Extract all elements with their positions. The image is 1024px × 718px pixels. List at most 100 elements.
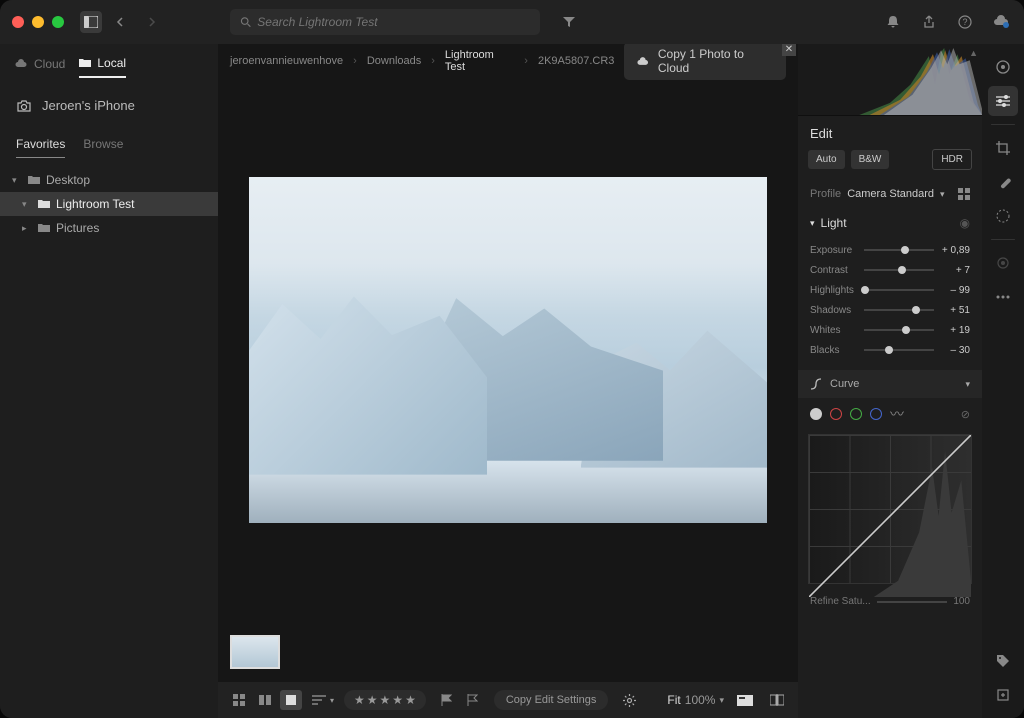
- clip-indicator-icon[interactable]: ▲: [969, 48, 978, 58]
- tree-item-lightroom-test[interactable]: ▾ Lightroom Test: [0, 192, 218, 216]
- profile-selector[interactable]: Profile Camera Standard ▾: [798, 180, 982, 208]
- nav-forward-icon[interactable]: [140, 11, 162, 33]
- slider-track[interactable]: [864, 349, 934, 351]
- slider-whites[interactable]: Whites+ 19: [810, 320, 970, 340]
- close-pane-icon[interactable]: ✕: [782, 44, 796, 56]
- slider-track[interactable]: [864, 329, 934, 331]
- maximize-window[interactable]: [52, 16, 64, 28]
- flag-pick-icon[interactable]: [436, 690, 458, 710]
- gear-icon[interactable]: [618, 690, 640, 710]
- chevron-right-icon: ›: [524, 55, 528, 67]
- subtab-browse[interactable]: Browse: [83, 137, 123, 158]
- star-icon[interactable]: ★: [354, 693, 365, 707]
- zoom-fit-selector[interactable]: Fit 100% ▾: [667, 693, 724, 707]
- curve-reset-icon[interactable]: ⊘: [961, 408, 970, 421]
- crumb-2[interactable]: Lightroom Test: [445, 49, 514, 73]
- sidebar-toggle-icon[interactable]: [80, 11, 102, 33]
- slider-track[interactable]: [864, 269, 934, 271]
- help-icon[interactable]: ?: [954, 11, 976, 33]
- slider-value: – 99: [940, 285, 970, 296]
- histogram[interactable]: ▲: [798, 44, 982, 116]
- bell-icon[interactable]: [882, 11, 904, 33]
- curve-panel-header[interactable]: Curve ▾: [798, 370, 982, 398]
- slider-track[interactable]: [864, 289, 934, 291]
- close-window[interactable]: [12, 16, 24, 28]
- star-icon[interactable]: ★: [367, 693, 378, 707]
- thumbnail[interactable]: [230, 635, 280, 669]
- slider-exposure[interactable]: Exposure+ 0,89: [810, 240, 970, 260]
- slider-track[interactable]: [864, 309, 934, 311]
- slider-name: Blacks: [810, 345, 858, 356]
- minimize-window[interactable]: [32, 16, 44, 28]
- copy-edit-settings-button[interactable]: Copy Edit Settings: [494, 690, 609, 710]
- traffic-lights: [12, 16, 64, 28]
- auto-button[interactable]: Auto: [808, 150, 845, 169]
- search-input[interactable]: [257, 15, 530, 29]
- tree-label: Pictures: [56, 221, 99, 235]
- grid-view-icon[interactable]: [228, 690, 250, 710]
- sort-icon[interactable]: ▾: [312, 690, 334, 710]
- more-tool-icon[interactable]: [988, 282, 1018, 312]
- slider-value: + 0,89: [940, 245, 970, 256]
- slider-value: – 30: [940, 345, 970, 356]
- edit-sliders-tool-icon[interactable]: [988, 86, 1018, 116]
- curve-channel-luma[interactable]: [810, 408, 822, 420]
- eye-icon[interactable]: ◉: [960, 216, 970, 230]
- subtab-favorites[interactable]: Favorites: [16, 137, 65, 158]
- nav-back-icon[interactable]: [110, 11, 132, 33]
- slider-value: + 19: [940, 325, 970, 336]
- crumb-3[interactable]: 2K9A5807.CR3: [538, 55, 614, 67]
- sidebar-tab-cloud[interactable]: Cloud: [14, 56, 65, 78]
- flag-group: [436, 690, 484, 710]
- export-tool-icon[interactable]: [988, 680, 1018, 710]
- search-bar[interactable]: [230, 9, 540, 35]
- before-after-icon[interactable]: [766, 690, 788, 710]
- tone-curve[interactable]: [808, 434, 972, 584]
- slider-value: + 51: [940, 305, 970, 316]
- slider-highlights[interactable]: Highlights– 99: [810, 280, 970, 300]
- compare-view-icon[interactable]: [254, 690, 276, 710]
- sidebar-tab-local[interactable]: Local: [79, 56, 126, 78]
- curve-channel-red[interactable]: [830, 408, 842, 420]
- star-icon[interactable]: ★: [392, 693, 403, 707]
- curve-channel-blue[interactable]: [870, 408, 882, 420]
- cloud-sync-icon[interactable]: [990, 11, 1012, 33]
- light-panel-header[interactable]: ▾ Light ◉: [798, 208, 982, 238]
- profile-browser-icon[interactable]: [958, 188, 970, 200]
- tree-item-desktop[interactable]: ▾ Desktop: [0, 168, 218, 192]
- tag-tool-icon[interactable]: [988, 646, 1018, 676]
- loupe-view-icon[interactable]: [280, 690, 302, 710]
- slider-contrast[interactable]: Contrast+ 7: [810, 260, 970, 280]
- crop-tool-icon[interactable]: [988, 133, 1018, 163]
- hdr-button[interactable]: HDR: [932, 149, 972, 170]
- crumb-0[interactable]: jeroenvannieuwenhove: [230, 55, 343, 67]
- rating-stars[interactable]: ★★★★★: [344, 690, 426, 710]
- edit-mode-buttons: Auto B&W HDR: [798, 149, 982, 180]
- slider-name: Shadows: [810, 305, 858, 316]
- info-overlay-icon[interactable]: [734, 690, 756, 710]
- cloud-icon: [14, 59, 28, 69]
- color-mixer-tool-icon[interactable]: [988, 52, 1018, 82]
- photo-viewport[interactable]: [226, 78, 790, 622]
- refine-slider[interactable]: [877, 601, 948, 603]
- tree-item-pictures[interactable]: ▸ Pictures: [0, 216, 218, 240]
- filter-icon[interactable]: [558, 11, 580, 33]
- masking-tool-icon[interactable]: [988, 201, 1018, 231]
- camera-icon: [16, 99, 32, 113]
- slider-shadows[interactable]: Shadows + 51: [810, 300, 970, 320]
- crumb-1[interactable]: Downloads: [367, 55, 421, 67]
- redeye-tool-icon[interactable]: [988, 248, 1018, 278]
- curve-channel-green[interactable]: [850, 408, 862, 420]
- bw-button[interactable]: B&W: [851, 150, 890, 169]
- flag-reject-icon[interactable]: [462, 690, 484, 710]
- parametric-curve-icon[interactable]: 〰: [890, 404, 904, 424]
- slider-track[interactable]: [864, 249, 934, 251]
- copy-to-cloud-button[interactable]: Copy 1 Photo to Cloud: [624, 44, 786, 80]
- device-row[interactable]: Jeroen's iPhone: [0, 84, 218, 127]
- filmstrip: [226, 622, 790, 682]
- star-icon[interactable]: ★: [380, 693, 391, 707]
- healing-tool-icon[interactable]: [988, 167, 1018, 197]
- slider-blacks[interactable]: Blacks – 30: [810, 340, 970, 360]
- share-icon[interactable]: [918, 11, 940, 33]
- star-icon[interactable]: ★: [405, 693, 416, 707]
